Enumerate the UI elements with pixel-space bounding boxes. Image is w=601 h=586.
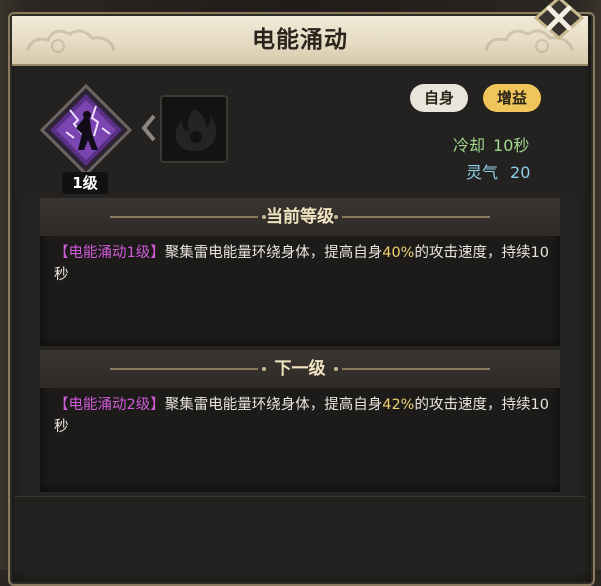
description-text: 聚集雷电能量环绕身体，提高自身 — [164, 245, 383, 261]
footer-area — [14, 496, 586, 571]
skill-level-name: 【电能涌动2级】 — [54, 397, 165, 413]
skill-level-name: 【电能涌动1级】 — [54, 245, 165, 261]
next-level-header: 下一级 — [274, 359, 326, 379]
spirit-stat: 灵气 20 — [466, 159, 530, 183]
spirit-value: 20 — [510, 163, 531, 182]
current-level-header: 当前等级 — [266, 207, 334, 227]
description-text: 聚集雷电能量环绕身体，提高自身 — [164, 397, 383, 413]
tag-buff: 增益 — [483, 84, 541, 112]
attack-speed-percent: 42% — [382, 397, 415, 413]
cooldown-value: 10秒 — [493, 136, 530, 155]
next-skill-slot[interactable] — [160, 95, 228, 163]
dialog-title: 电能涌动 — [252, 27, 348, 53]
flame-silhouette-icon — [175, 109, 217, 151]
current-level-description: 【电能涌动1级】聚集雷电能量环绕身体，提高自身40%的攻击速度，持续10秒 — [54, 242, 550, 286]
next-level-description: 【电能涌动2级】聚集雷电能量环绕身体，提高自身42%的攻击速度，持续10秒 — [54, 394, 550, 438]
spirit-label: 灵气 — [466, 163, 499, 182]
cooldown-label: 冷却 — [453, 136, 486, 155]
close-icon[interactable] — [532, 0, 586, 40]
skill-level-badge: 1级 — [62, 172, 108, 194]
attack-speed-percent: 40% — [382, 245, 415, 261]
tag-self: 自身 — [410, 84, 468, 112]
current-level-section: 当前等级 【电能涌动1级】聚集雷电能量环绕身体，提高自身40%的攻击速度，持续1… — [40, 198, 560, 346]
chevron-left-icon — [141, 114, 156, 142]
next-level-section: 下一级 【电能涌动2级】聚集雷电能量环绕身体，提高自身42%的攻击速度，持续10… — [40, 350, 560, 492]
cooldown-stat: 冷却 10秒 — [453, 132, 529, 156]
lightning-fighter-icon[interactable] — [40, 84, 132, 176]
